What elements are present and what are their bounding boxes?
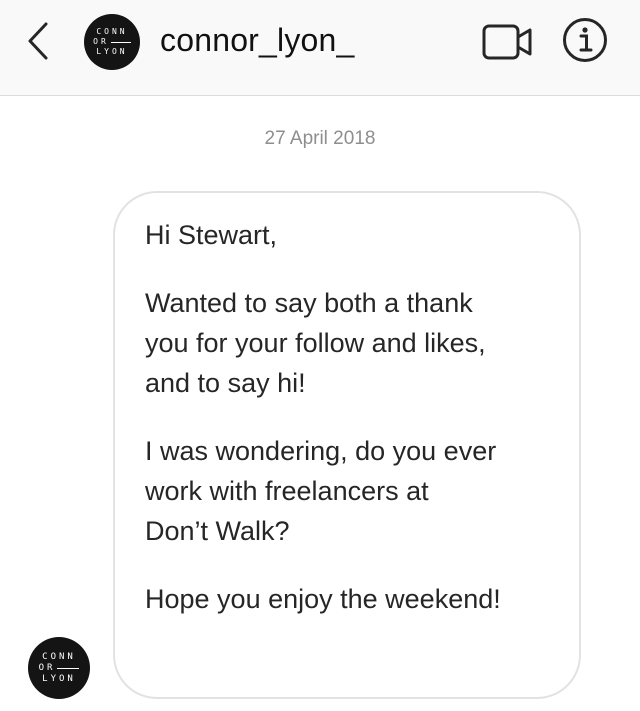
sender-avatar[interactable]: CONN OR LYON [28,637,90,699]
message-paragraph: Hi Stewart, [145,220,278,250]
video-camera-icon [482,24,532,60]
chevron-left-icon [28,22,48,60]
direct-message-screen: CONN OR LYON connor_lyon_ 27 April 2018 … [0,0,640,711]
chat-username[interactable]: connor_lyon_ [160,22,355,59]
chat-header: CONN OR LYON connor_lyon_ [0,0,640,96]
avatar-logo-line1: CONN [96,27,128,36]
avatar-logo-rule [57,667,80,669]
avatar-logo-line3: LYON [42,673,76,684]
info-button[interactable] [562,17,608,63]
header-avatar[interactable]: CONN OR LYON [84,14,140,70]
avatar-logo-line2: OR [93,37,109,46]
message-paragraph: I was wondering, do you ever work with f… [145,436,497,546]
message-bubble[interactable]: Hi Stewart, Wanted to say both a thank y… [113,191,581,699]
avatar-logo-line1: CONN [42,651,76,662]
message-paragraph: Wanted to say both a thank you for your … [145,288,486,398]
message-paragraph: Hope you enjoy the weekend! [145,584,501,614]
avatar-logo-line2: OR [38,662,56,673]
avatar-logo-rule [110,41,131,43]
avatar-logo-line3: LYON [96,47,128,56]
video-call-button[interactable] [482,22,534,62]
thread-date: 27 April 2018 [264,128,376,149]
info-icon [563,18,607,62]
back-button[interactable] [18,18,58,64]
